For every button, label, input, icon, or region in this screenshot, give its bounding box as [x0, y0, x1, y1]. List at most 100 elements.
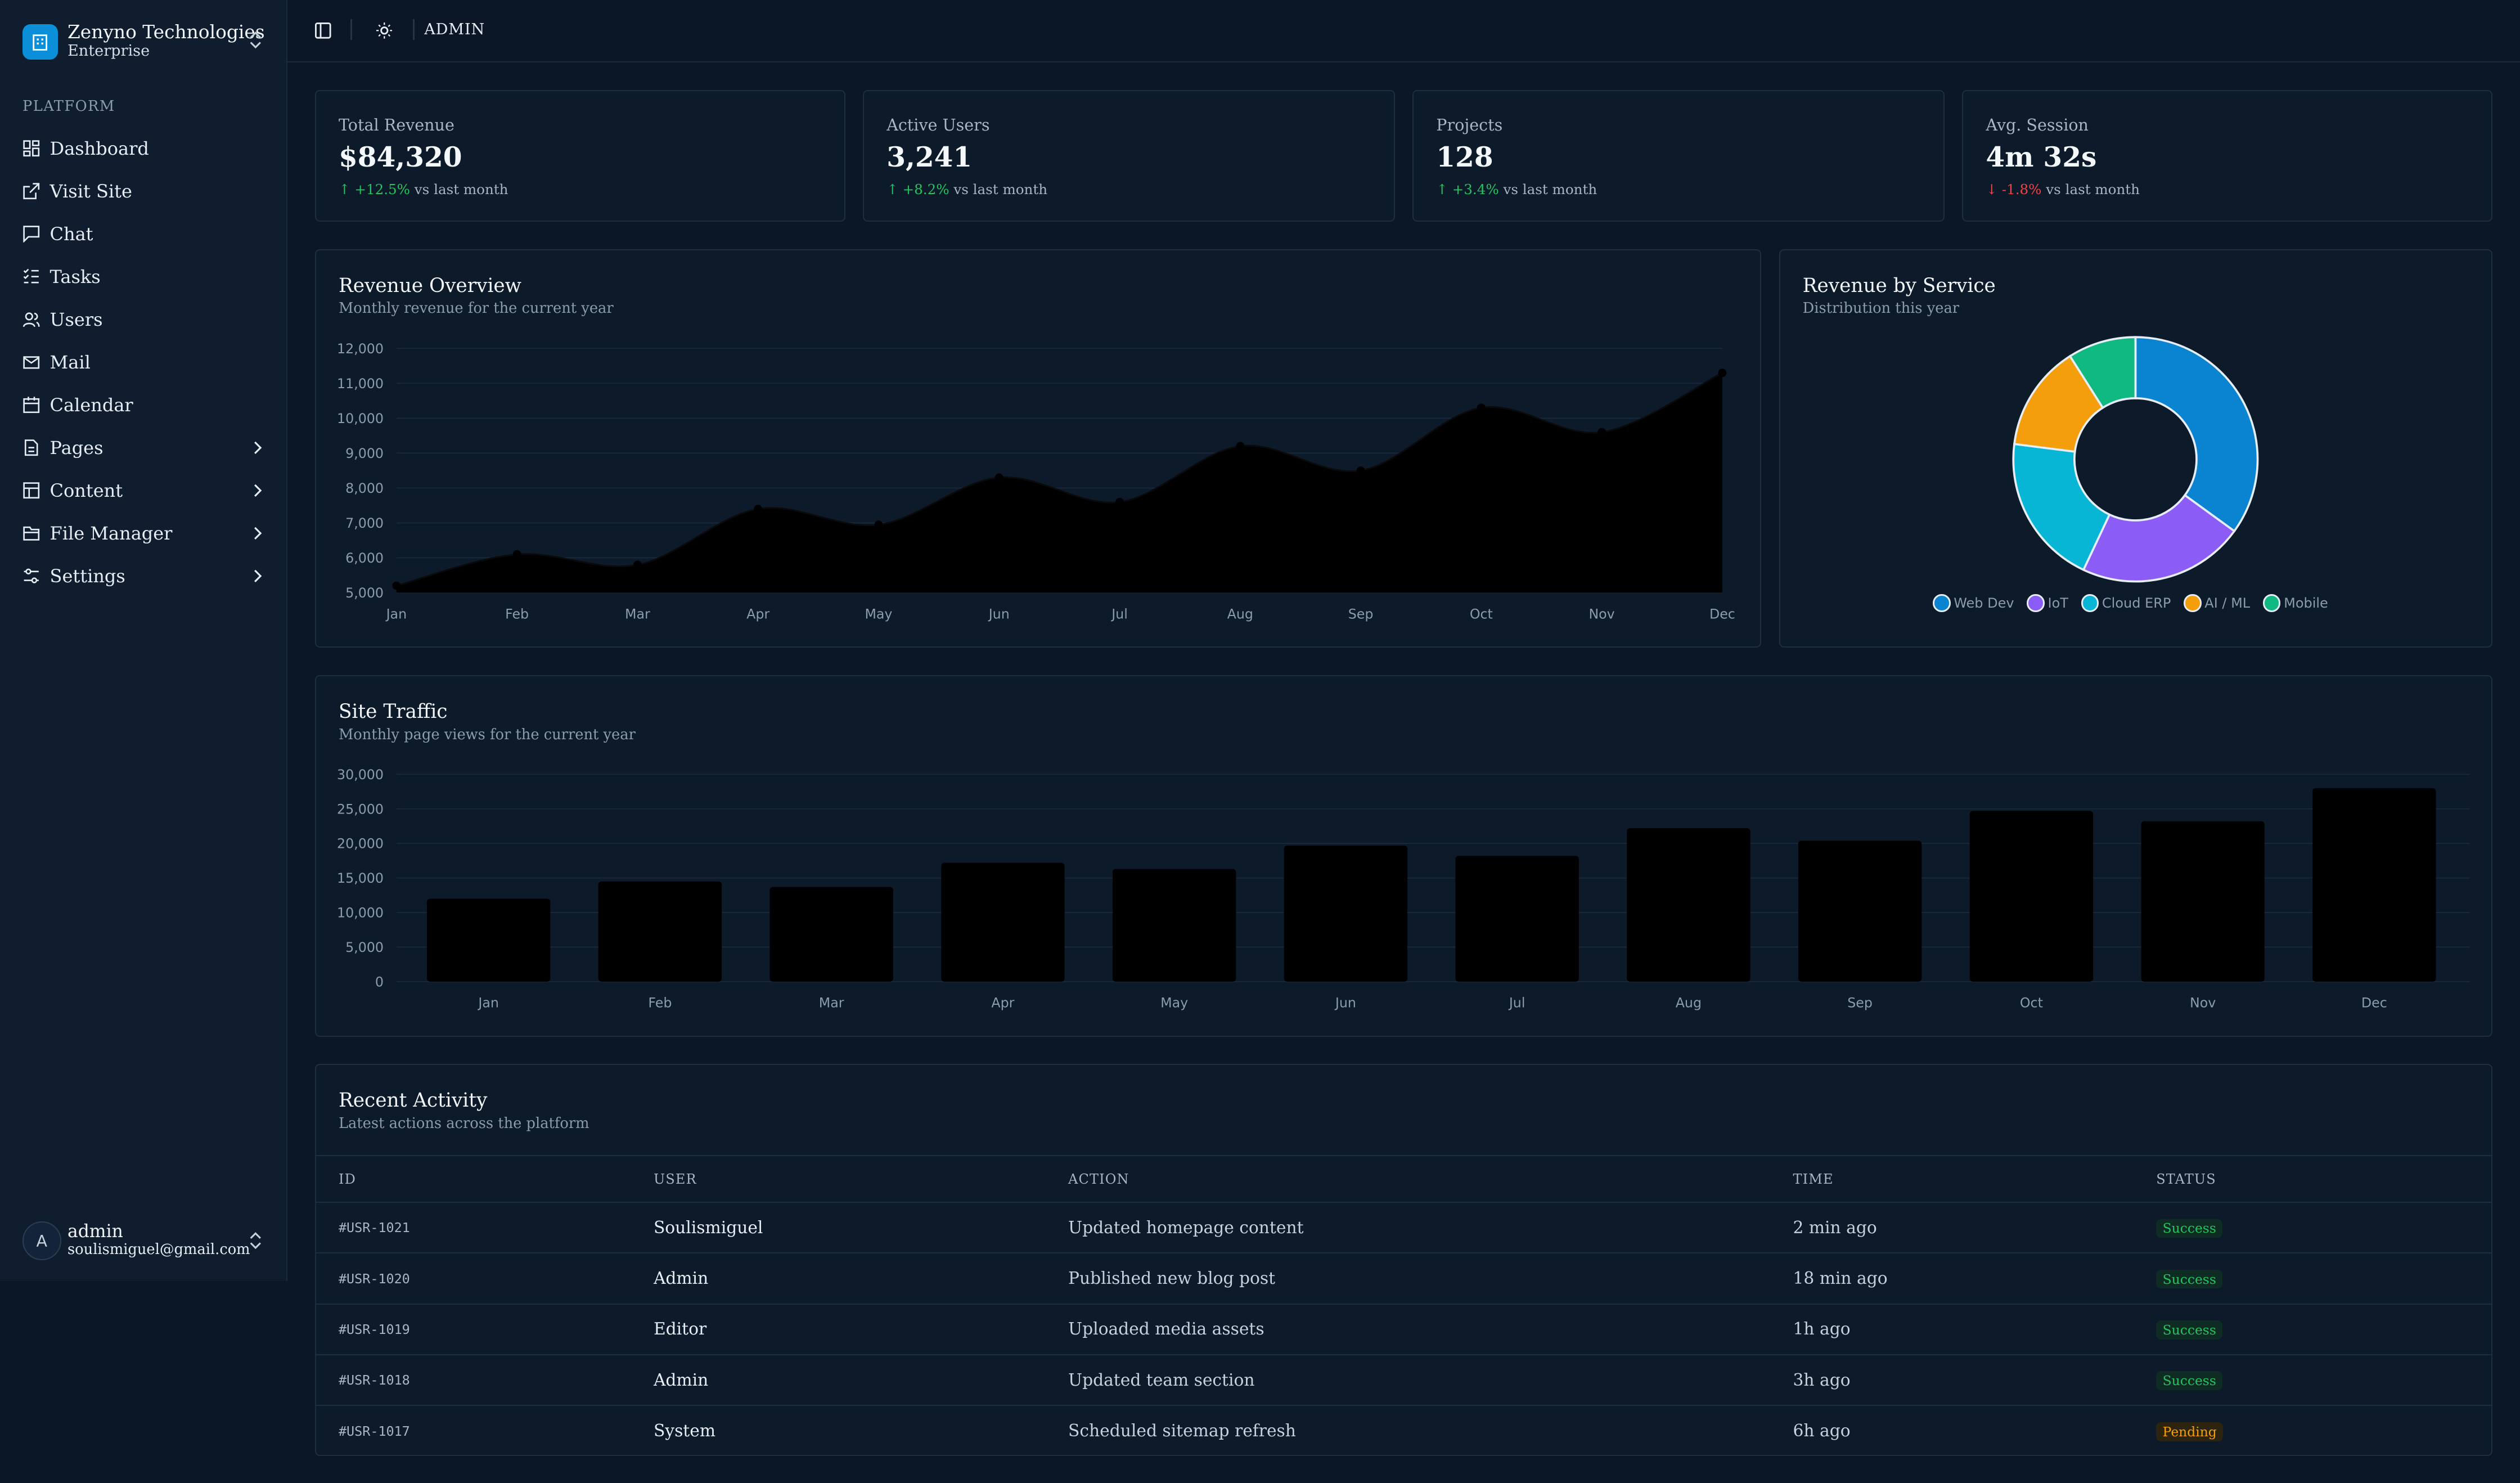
- row-id: #USR-1020: [316, 1253, 654, 1305]
- table-row[interactable]: #USR-1017 System Scheduled sitemap refre…: [316, 1405, 2491, 1456]
- x-tick-label: Sep: [1847, 995, 1873, 1010]
- sidebar-item-chat[interactable]: Chat: [13, 213, 270, 255]
- bar: [770, 887, 893, 982]
- table-row[interactable]: #USR-1020 Admin Published new blog post …: [316, 1253, 2492, 1305]
- legend-swatch: [2263, 594, 2281, 612]
- legend-label: Cloud ERP: [2102, 595, 2171, 611]
- sidebar-item-label: Visit Site: [50, 180, 132, 202]
- column-header: ACTION: [1068, 1155, 1793, 1203]
- bar: [1112, 869, 1236, 982]
- sidebar-item-tasks[interactable]: Tasks: [13, 255, 270, 298]
- sidebar-item-content[interactable]: Content: [13, 469, 270, 512]
- x-tick-label: Sep: [1348, 606, 1374, 622]
- row-action: Updated team section: [1068, 1354, 1793, 1406]
- external-link-icon: [23, 183, 40, 200]
- sidebar-item-mail[interactable]: Mail: [13, 341, 270, 384]
- sidebar-item-calendar[interactable]: Calendar: [13, 384, 270, 426]
- legend-label: AI / ML: [2204, 595, 2251, 611]
- x-tick-label: May: [1160, 995, 1188, 1010]
- service-donut-chart: [2012, 336, 2259, 583]
- legend-item[interactable]: Cloud ERP: [2081, 594, 2171, 612]
- stat-change-suffix: vs last month: [414, 181, 508, 197]
- y-tick-label: 11,000: [337, 376, 384, 392]
- sidebar-item-settings[interactable]: Settings: [13, 555, 270, 597]
- legend-item[interactable]: AI / ML: [2184, 594, 2250, 612]
- legend-item[interactable]: Mobile: [2263, 594, 2328, 612]
- table-row[interactable]: #USR-1018 Admin Updated team section 3h …: [316, 1354, 2492, 1406]
- bar: [2141, 821, 2265, 982]
- tasks-icon: [23, 268, 39, 284]
- sidebar-toggle-icon[interactable]: [314, 22, 331, 39]
- status-badge: Success: [2156, 1371, 2223, 1390]
- row-id: #USR-1017: [338, 1423, 410, 1439]
- row-status: Success: [2156, 1202, 2492, 1254]
- card-subtitle: Latest actions across the platform: [338, 1115, 590, 1132]
- stat-card-users: Active Users 3,241 ↑ +8.2% vs last month: [863, 89, 1395, 222]
- data-point: [1356, 466, 1365, 475]
- x-tick-label: Oct: [1470, 606, 1493, 622]
- data-point: [754, 505, 763, 513]
- bar: [2312, 788, 2436, 982]
- y-tick-label: 10,000: [337, 905, 384, 920]
- bar: [426, 898, 551, 982]
- data-point: [1718, 368, 1727, 377]
- team-switcher[interactable]: Zenyno Technologies Enterprise: [22, 19, 267, 64]
- page-icon: [24, 439, 38, 456]
- row-id: #USR-1018: [316, 1354, 654, 1406]
- company-name: Zenyno Technologies: [67, 21, 265, 43]
- x-tick-label: Mar: [625, 606, 650, 622]
- sidebar-item-users[interactable]: Users: [13, 298, 270, 341]
- y-tick-label: 8,000: [345, 480, 384, 496]
- legend-swatch: [1933, 594, 1951, 612]
- revenue-area: [396, 372, 1722, 593]
- legend-swatch: [2184, 594, 2202, 612]
- sidebar-item-label: Settings: [50, 565, 125, 587]
- sidebar-item-label: Tasks: [50, 266, 101, 287]
- sidebar-item-visit-site[interactable]: Visit Site: [13, 170, 270, 213]
- stat-label: Projects: [1436, 115, 1503, 134]
- column-header: USER: [653, 1155, 1069, 1203]
- arrow-up-icon: ↑: [886, 181, 898, 197]
- x-tick-label: Jan: [477, 995, 499, 1010]
- table-row[interactable]: #USR-1019 Editor Uploaded media assets 1…: [316, 1304, 2492, 1355]
- x-tick-label: Feb: [648, 995, 672, 1010]
- chevron-right-icon: [254, 442, 262, 455]
- building-icon: [22, 24, 58, 60]
- row-status: Success: [2156, 1304, 2492, 1355]
- legend-item[interactable]: IoT: [2027, 594, 2068, 612]
- stat-value: 4m 32s: [1986, 141, 2097, 173]
- stat-change-value: +12.5%: [354, 181, 410, 197]
- revenue-by-service-card: Revenue by Service Distribution this yea…: [1779, 249, 2493, 648]
- sidebar-item-file-manager[interactable]: File Manager: [13, 512, 270, 555]
- calendar-icon: [23, 397, 40, 413]
- chevrons-up-down-icon: [250, 32, 261, 49]
- y-tick-label: 12,000: [337, 341, 384, 357]
- legend-item[interactable]: Web Dev: [1933, 594, 2014, 612]
- site-traffic-card: Site Traffic Monthly page views for the …: [314, 675, 2493, 1037]
- bar: [1627, 828, 1750, 982]
- pie-slice: [2134, 336, 2259, 533]
- row-user: Admin: [653, 1354, 1069, 1406]
- x-tick-label: Nov: [1588, 606, 1614, 622]
- row-user: System: [653, 1421, 716, 1441]
- row-action: Scheduled sitemap refresh: [1068, 1421, 1296, 1441]
- sidebar-item-pages[interactable]: Pages: [13, 426, 270, 469]
- stat-change-value: +8.2%: [902, 181, 950, 197]
- user-menu[interactable]: A admin soulismiguel@gmail.com: [22, 1219, 267, 1264]
- stat-label: Total Revenue: [338, 115, 454, 134]
- stat-change-suffix: vs last month: [953, 181, 1048, 197]
- table-header-row: ID USER ACTION TIME STATUS: [316, 1155, 2492, 1203]
- sidebar-item-dashboard[interactable]: Dashboard: [13, 127, 270, 170]
- revenue-overview-card: Revenue Overview Monthly revenue for the…: [314, 249, 1762, 648]
- stat-change-value: +3.4%: [1452, 181, 1499, 197]
- theme-toggle-icon[interactable]: [376, 22, 393, 39]
- table-row[interactable]: #USR-1021 Soulismiguel Updated homepage …: [316, 1202, 2492, 1254]
- x-tick-label: Aug: [1676, 995, 1702, 1010]
- legend-swatch: [2027, 594, 2045, 612]
- folder-icon: [23, 526, 40, 541]
- row-time: 6h ago: [1793, 1421, 1851, 1441]
- x-tick-label: Jan: [385, 606, 407, 622]
- row-id: #USR-1021: [316, 1202, 654, 1254]
- mail-icon: [23, 356, 40, 369]
- row-status: Success: [2156, 1253, 2492, 1305]
